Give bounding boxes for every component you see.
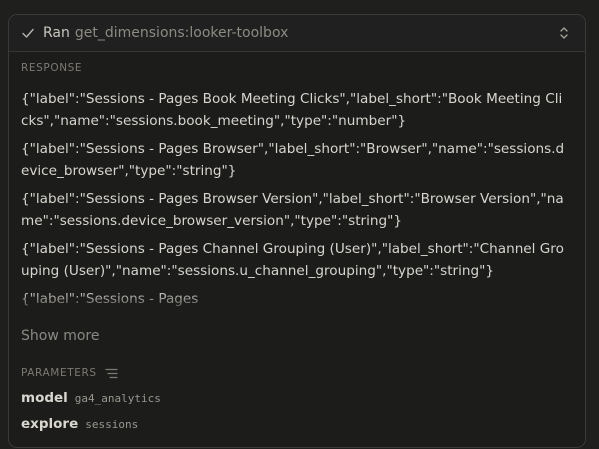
parameter-row-explore: explore sessions	[21, 416, 138, 432]
response-content: {"label":"Sessions - Pages Book Meeting …	[21, 89, 566, 325]
response-item: {"label":"Sessions - Pages Browser","lab…	[21, 141, 565, 179]
parameter-value: ga4_analytics	[74, 392, 161, 405]
parameters-label: PARAMETERS	[21, 367, 97, 379]
tool-call-header[interactable]: Ran get_dimensions:looker-toolbox	[9, 15, 585, 52]
status-label: Ran	[43, 25, 70, 41]
response-item: {"label":"Sessions - Pages Browser Versi…	[21, 191, 564, 229]
expand-collapse-icon[interactable]	[557, 25, 571, 41]
check-icon	[22, 28, 34, 38]
parameter-name: explore	[21, 416, 79, 432]
parameter-value: sessions	[85, 418, 139, 431]
parameters-header: PARAMETERS	[21, 367, 118, 379]
list-filter-icon	[105, 368, 118, 378]
response-item: {"label":"Sessions - Pages Channel Group…	[21, 241, 564, 279]
parameter-name: model	[21, 390, 68, 406]
response-item: {"label":"Sessions - Pages	[21, 291, 199, 307]
parameter-row-model: model ga4_analytics	[21, 390, 161, 406]
tool-call-panel: Ran get_dimensions:looker-toolbox RESPON…	[8, 14, 586, 448]
response-label: RESPONSE	[21, 62, 83, 74]
tool-name: get_dimensions:looker-toolbox	[74, 25, 289, 41]
show-more-button[interactable]: Show more	[21, 328, 100, 344]
response-item: {"label":"Sessions - Pages Book Meeting …	[21, 91, 563, 129]
